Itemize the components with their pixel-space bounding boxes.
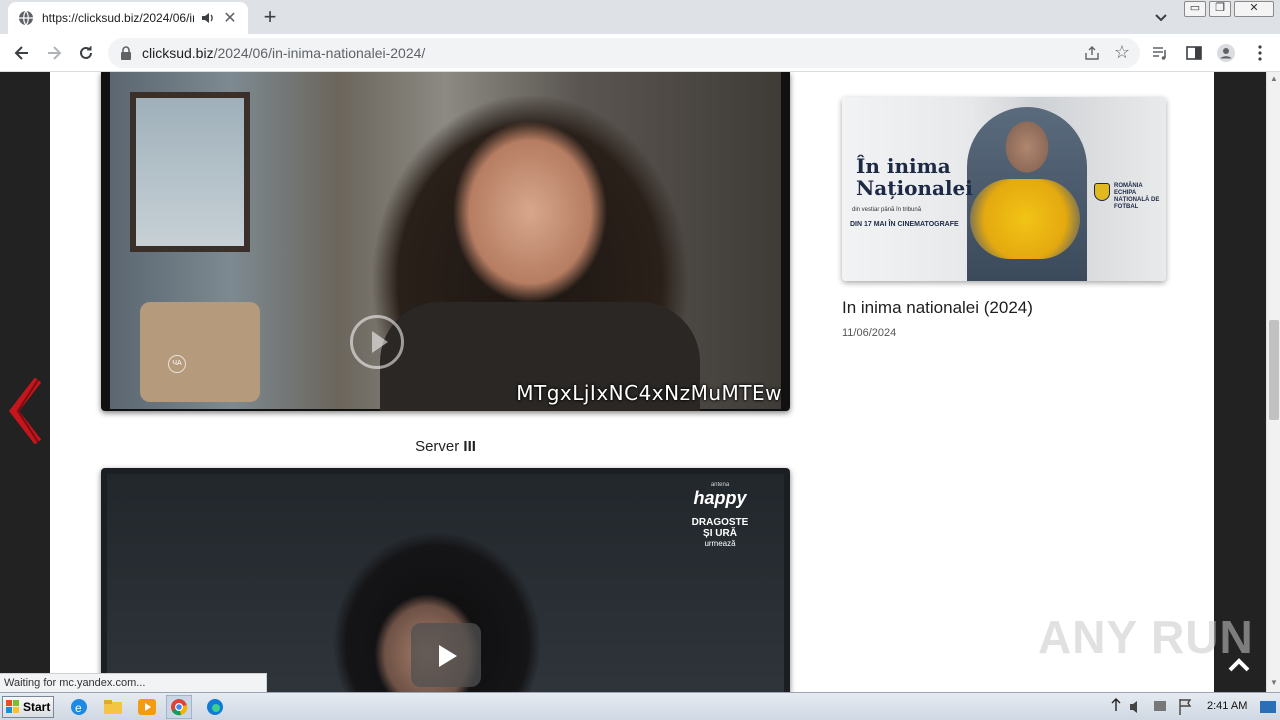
poster-federation: ROMÂNIA ECHIPA NAȚIONALĂ DE FOTBAL: [1114, 183, 1160, 210]
lock-icon[interactable]: [120, 46, 132, 60]
system-tray: [1111, 698, 1276, 715]
play-circle-icon[interactable]: [350, 315, 404, 369]
poster-title-line1: În inima: [856, 154, 951, 178]
volume-icon[interactable]: [1130, 701, 1137, 713]
channel-logo: ЧА: [168, 355, 186, 373]
scroll-up-icon[interactable]: ▲: [1270, 74, 1278, 83]
video-player-1[interactable]: ЧА MTgxLjIxNC4xNzMuMTEw: [101, 72, 790, 411]
related-post-title[interactable]: In inima nationalei (2024): [842, 298, 1033, 318]
share-icon[interactable]: [1084, 45, 1100, 61]
tab-close-button[interactable]: ✕: [222, 8, 238, 28]
related-post-date: 11/06/2024: [842, 327, 897, 339]
scroll-thumb[interactable]: [1269, 320, 1279, 420]
related-post-poster[interactable]: În inima Naționalei din vestiar până în t…: [842, 97, 1166, 281]
speaker-icon[interactable]: [200, 10, 216, 26]
scene-window: [130, 92, 250, 252]
bookmark-star-icon[interactable]: ☆: [1114, 43, 1130, 61]
poster-premiere: DIN 17 MAI ÎN CINEMATOGRAFE: [850, 221, 959, 228]
reload-icon[interactable]: [76, 43, 96, 63]
minimize-button[interactable]: ▭: [1184, 1, 1206, 17]
federation-crest-icon: [1094, 183, 1110, 201]
chrome-icon[interactable]: [166, 695, 192, 719]
windows-taskbar: Start e 2:41 AM: [0, 692, 1280, 720]
show-title-line2: ȘI URĂ: [703, 528, 737, 539]
taskbar-clock: 2:41 AM: [1207, 700, 1248, 712]
video-player-2[interactable]: antena happy DRAGOSTE ȘI URĂ urmează: [101, 468, 790, 692]
show-desktop-icon[interactable]: [1260, 701, 1276, 713]
profile-avatar-icon[interactable]: [1216, 43, 1236, 63]
server-prefix: Server: [415, 438, 464, 455]
forward-icon[interactable]: [44, 43, 64, 63]
edge-icon[interactable]: [204, 697, 226, 717]
url-host: clicksud.biz: [142, 45, 214, 61]
scroll-down-icon[interactable]: ▼: [1270, 678, 1278, 687]
anyrun-watermark: ANY RUN: [1038, 611, 1254, 663]
poster-team-photo: [970, 179, 1080, 259]
tray-expand-icon[interactable]: [1111, 698, 1121, 711]
network-icon[interactable]: [1154, 701, 1166, 711]
scene-chair: [140, 302, 260, 402]
internet-explorer-icon[interactable]: e: [68, 697, 90, 717]
poster-title: În inima Naționalei: [856, 155, 973, 199]
browser-toolbar: clicksud.biz/2024/06/in-inima-nationalei…: [0, 34, 1280, 72]
channel-top: antena: [710, 482, 730, 488]
video-frame-image: ЧА: [110, 72, 781, 411]
action-center-flag-icon[interactable]: [1179, 699, 1192, 715]
globe-icon: [19, 10, 33, 26]
play-button[interactable]: [411, 623, 481, 687]
channel-watermark: antena happy DRAGOSTE ȘI URĂ urmează: [685, 482, 755, 548]
status-bar: Waiting for mc.yandex.com...: [0, 673, 267, 693]
svg-text:e: e: [75, 701, 82, 715]
poster-title-line2: Naționalei: [856, 176, 973, 200]
windows-logo-icon: [6, 700, 19, 713]
previous-post-arrow-icon[interactable]: [8, 378, 44, 444]
chevron-down-icon[interactable]: [1152, 8, 1170, 26]
url-path: /2024/06/in-inima-nationalei-2024/: [213, 45, 426, 61]
start-label: Start: [23, 700, 51, 714]
back-to-top-icon[interactable]: [1226, 652, 1252, 678]
browser-tab[interactable]: https://clicksud.biz/2024/06/in-i ✕: [8, 2, 248, 34]
tab-strip: https://clicksud.biz/2024/06/in-i ✕ + ▭ …: [0, 0, 1280, 34]
address-bar[interactable]: clicksud.biz/2024/06/in-inima-nationalei…: [108, 38, 1140, 68]
overlay-code: MTgxLjIxNC4xNzMuMTEw: [516, 381, 782, 405]
server-label: Server III: [101, 438, 790, 455]
show-next-label: urmează: [704, 539, 736, 548]
channel-brand: happy: [693, 488, 747, 508]
poster-tagline: din vestiar până în tribună: [852, 207, 922, 213]
file-explorer-icon[interactable]: [102, 697, 124, 717]
server-numeral: III: [463, 438, 476, 455]
page-scrollbar[interactable]: ▲ ▼: [1266, 72, 1280, 692]
web-page: ЧА MTgxLjIxNC4xNzMuMTEw Server III anten…: [0, 72, 1280, 692]
side-panel-icon[interactable]: [1184, 43, 1204, 63]
restore-button[interactable]: ❐: [1209, 1, 1231, 17]
back-icon[interactable]: [12, 43, 32, 63]
tab-title: https://clicksud.biz/2024/06/in-i: [42, 11, 194, 25]
start-button[interactable]: Start: [2, 696, 54, 718]
media-control-icon[interactable]: [1150, 43, 1170, 63]
new-tab-button[interactable]: +: [258, 6, 282, 30]
close-window-button[interactable]: ✕: [1234, 1, 1274, 17]
show-title-line1: DRAGOSTE: [691, 517, 749, 528]
media-player-icon[interactable]: [136, 697, 158, 717]
menu-kebab-icon[interactable]: [1250, 43, 1270, 63]
right-gutter: [1214, 72, 1266, 692]
